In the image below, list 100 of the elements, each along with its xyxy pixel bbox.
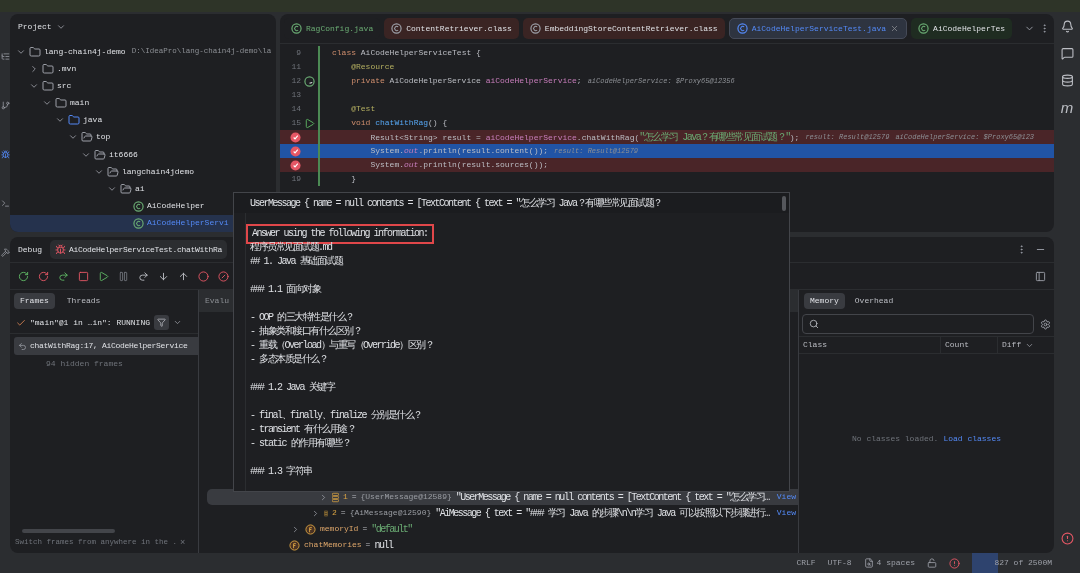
branch-icon[interactable] <box>0 101 10 110</box>
settings-icon[interactable] <box>1040 318 1051 330</box>
variable-row[interactable]: memoryId = "default" <box>199 521 798 537</box>
close-tip[interactable]: × <box>180 536 186 550</box>
editor-tab[interactable]: ContentRetriever.class <box>384 18 519 39</box>
line-separator[interactable]: CRLF <box>796 557 816 569</box>
step-out-icon[interactable] <box>178 270 189 282</box>
notifications-icon[interactable] <box>1060 20 1074 33</box>
variable-value: "default" <box>371 522 412 537</box>
tree-item[interactable]: src <box>10 77 276 95</box>
tree-label: AiCodeHelper <box>147 200 205 213</box>
chat-icon[interactable] <box>1060 47 1074 60</box>
code-line: } <box>350 173 356 185</box>
tree-item[interactable]: ai <box>10 180 276 198</box>
line-number: 11 <box>291 61 301 73</box>
thread-label[interactable]: "main"@1 in …in": RUNNING <box>30 316 151 329</box>
editor-tab[interactable]: EmbeddingStoreContentRetriever.class <box>522 18 725 39</box>
variable-name: memoryId <box>320 523 359 535</box>
view-link[interactable]: View <box>776 491 798 503</box>
database-icon[interactable] <box>1060 74 1074 87</box>
variable-row[interactable]: 2 = {AiMessage@12590} "AiMessage { text = "### 学习 Java 的步骤\n\n学习 Java 可以按照以下步骤进行… View <box>199 505 798 521</box>
encoding[interactable]: UTF-8 <box>827 557 852 569</box>
variable-row[interactable]: chatMemories = null <box>199 537 798 553</box>
search-field[interactable] <box>802 314 1034 334</box>
stop-icon[interactable] <box>78 270 89 282</box>
code-line: class AiCodeHelperServiceTest { <box>332 47 481 59</box>
variable-value: "AiMessage { text = "### 学习 Java 的步骤\n\n学习 Java 可以按照以下步骤进行… <box>435 506 769 521</box>
breakpoint-icon[interactable] <box>290 131 301 143</box>
chevron-icon[interactable] <box>29 63 39 74</box>
structure-icon[interactable] <box>0 52 10 61</box>
package-icon <box>81 131 93 144</box>
class-icon <box>133 217 144 229</box>
run-icon[interactable] <box>304 117 315 129</box>
step-into-icon[interactable] <box>158 270 169 282</box>
session-tab[interactable]: AiCodeHelperServiceTest.chatWithRa <box>50 240 228 259</box>
close-icon[interactable] <box>890 24 900 33</box>
column-header[interactable]: Diff <box>997 337 1054 353</box>
popup-header: UserMessage { name = null contents = [TextContent { text = "怎么学习 Java？有哪些常见面试题？ <box>249 196 662 211</box>
chevron-icon[interactable] <box>291 524 300 534</box>
popup-line: - OOP 的三大特性是什么？ <box>250 312 354 324</box>
field-icon <box>305 523 316 535</box>
tree-item[interactable]: java <box>10 111 276 129</box>
code-line: @Test <box>350 103 376 115</box>
column-header[interactable]: Count <box>940 337 997 353</box>
load-classes-link[interactable]: Load classes <box>943 432 1001 445</box>
filter-button[interactable] <box>154 315 170 330</box>
popup-line: 程序员常见面试题.md <box>250 242 332 254</box>
panel-tab[interactable]: Frames <box>14 293 55 309</box>
layout-icon[interactable] <box>1035 270 1046 282</box>
error-icon[interactable] <box>949 557 960 569</box>
bug-icon[interactable] <box>0 150 10 159</box>
step-over-icon[interactable] <box>138 270 149 282</box>
tree-item[interactable]: main <box>10 94 276 112</box>
equals-sign: = <box>351 491 357 503</box>
variable-type: {AiMessage@12590} <box>349 507 432 519</box>
class-icon <box>291 23 302 34</box>
tree-label: src <box>57 79 72 92</box>
restart-icon[interactable] <box>38 270 49 282</box>
rerun-icon[interactable] <box>18 270 29 282</box>
indent-setting[interactable]: 4 spaces <box>863 557 915 569</box>
column-header[interactable]: Class <box>799 337 940 353</box>
terminal-icon[interactable] <box>0 199 10 208</box>
panel-tab[interactable]: Overhead <box>848 293 900 309</box>
error-icon[interactable] <box>1060 532 1074 545</box>
unlock-icon[interactable] <box>927 558 937 568</box>
line-number: 14 <box>291 103 301 115</box>
tree-item[interactable]: langchain4jdemo <box>10 163 276 181</box>
memory-indicator[interactable]: 827 of 2500M <box>972 553 1052 573</box>
bean-icon[interactable] <box>304 75 315 87</box>
popup-line: - 重载（Overload）与重写（Override）区别？ <box>250 340 434 352</box>
tree-item[interactable]: top <box>10 128 276 147</box>
resume-icon[interactable] <box>98 270 109 282</box>
chevron-icon[interactable] <box>173 318 183 327</box>
view-link[interactable]: View <box>776 507 798 519</box>
line-number: 13 <box>291 89 301 101</box>
popup-line: - static 的作用有哪些？ <box>250 438 350 450</box>
breakpoint-icon[interactable] <box>290 145 301 157</box>
build-icon[interactable] <box>0 248 10 257</box>
panel-tab[interactable]: Threads <box>60 293 107 309</box>
tree-label: ai <box>135 183 145 196</box>
mute-icon[interactable] <box>218 270 229 282</box>
check-icon <box>16 317 26 328</box>
tree-item[interactable]: .mvn <box>10 60 276 78</box>
popup-line: ### 1.1 面向对象 <box>250 284 320 296</box>
breakpoints-icon[interactable] <box>198 270 209 282</box>
line-number: 9 <box>296 47 301 59</box>
variable-type: {UserMessage@12589} <box>360 491 452 503</box>
editor-tab[interactable]: AiCodeHelperServiceTest.java <box>728 18 908 39</box>
line-number: 19 <box>291 173 301 185</box>
filter-icon <box>157 318 167 327</box>
tree-label: langchain4jdemo <box>122 165 194 178</box>
frame-item[interactable]: chatWithRag:17, AiCodeHelperService <box>14 337 198 355</box>
package-icon <box>107 165 119 178</box>
editor-tab[interactable]: AiCodeHelperTes <box>911 18 1013 39</box>
maven-label[interactable]: m <box>1060 101 1074 115</box>
tree-item[interactable]: it6666 <box>10 146 276 164</box>
reload-icon[interactable] <box>58 270 69 282</box>
pause-icon[interactable] <box>118 270 129 282</box>
panel-tab[interactable]: Memory <box>804 293 845 309</box>
breakpoint-icon[interactable] <box>290 159 301 171</box>
